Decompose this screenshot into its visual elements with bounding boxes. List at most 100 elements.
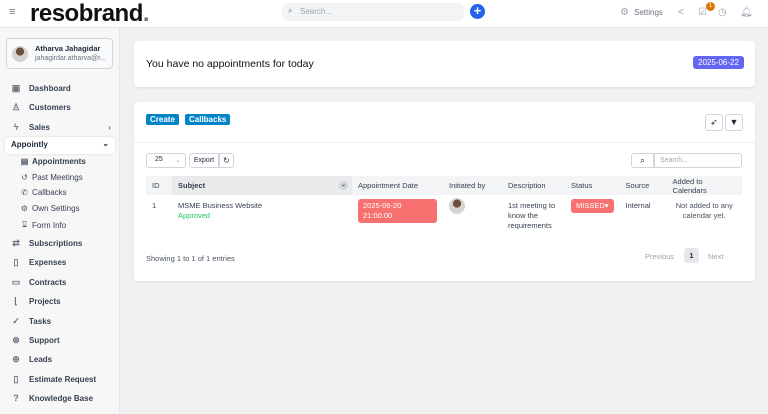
status-dropdown[interactable]: MISSED▾ xyxy=(571,199,614,213)
page-1-button[interactable]: 1 xyxy=(684,248,699,263)
document-icon: ▭ xyxy=(11,277,21,287)
label: Callbacks xyxy=(32,188,67,197)
label: Sales xyxy=(29,122,50,132)
sidebar-item-customers[interactable]: ♙ Customers xyxy=(11,102,71,113)
next-button[interactable]: Next xyxy=(708,252,723,261)
sidebar-item-support[interactable]: ⊗ Support xyxy=(11,335,60,346)
sidebar-subitem-callbacks[interactable]: ✆ Callbacks xyxy=(20,188,67,197)
label: Support xyxy=(29,336,60,345)
clock-icon[interactable]: ◷ xyxy=(718,7,727,18)
history-icon: ↺ xyxy=(21,173,28,182)
top-header: ≡ resobrand. ⌕ Search... + ⚙ Settings < ☑… xyxy=(0,0,768,28)
hourglass-icon: ⌛︎ xyxy=(21,220,28,229)
menu-icon[interactable]: ≡ xyxy=(9,6,15,18)
label: Appointments xyxy=(32,157,86,166)
phone-icon: ✆ xyxy=(21,188,28,197)
sidebar-item-subscriptions[interactable]: ⇄ Subscriptions xyxy=(11,238,82,249)
cell-source: Internal xyxy=(625,201,651,210)
export-button[interactable]: Export xyxy=(189,153,219,168)
sidebar-subitem-appointments[interactable]: ▤ Appointments xyxy=(20,157,86,166)
settings-link[interactable]: Settings xyxy=(634,8,663,17)
callbacks-button[interactable]: Callbacks xyxy=(185,114,231,125)
sidebar-item-dashboard[interactable]: ▣ Dashboard xyxy=(11,83,71,94)
search-icon[interactable]: ⌕ xyxy=(631,153,654,168)
target-icon: ⊕ xyxy=(12,354,20,364)
column-status[interactable]: Status xyxy=(565,176,620,195)
sidebar-item-expenses[interactable]: ▯ Expenses xyxy=(11,257,67,268)
subject-link[interactable]: MSME Business Website xyxy=(178,201,346,211)
avatar xyxy=(12,46,28,62)
chart-icon: ⌊ xyxy=(14,296,18,306)
sidebar-item-estimate-request[interactable]: ▯ Estimate Request xyxy=(11,374,97,385)
file-icon: ▯ xyxy=(13,374,19,384)
chevron-left-icon: ‹ xyxy=(108,122,111,132)
previous-button[interactable]: Previous xyxy=(645,252,674,261)
bell-icon[interactable]: 🔔︎ xyxy=(740,7,753,18)
user-name: Atharva Jahagidar xyxy=(35,44,101,53)
column-added-to-calendars[interactable]: Added to Calendars xyxy=(666,176,742,195)
cell-calendars: Not added to any calendar yet. xyxy=(675,201,733,220)
label: Form Info xyxy=(32,220,67,230)
repeat-icon: ⇄ xyxy=(12,238,20,248)
sidebar-item-leads[interactable]: ⊕ Leads xyxy=(11,354,52,365)
table-row: 1 MSME Business Website Approved 2025-06-… xyxy=(146,195,742,237)
filter-icon[interactable]: ▼ xyxy=(725,114,743,131)
label: Tasks xyxy=(29,317,52,326)
sidebar-item-sales[interactable]: ϟ Sales ‹ xyxy=(11,122,111,132)
sort-icon[interactable]: ⌄ xyxy=(339,181,348,190)
column-source[interactable]: Source xyxy=(619,176,667,195)
label: Leads xyxy=(29,355,53,364)
entries-info: Showing 1 to 1 of 1 entries xyxy=(146,254,235,263)
check-circle-icon: ✓ xyxy=(12,316,20,326)
rocket-icon[interactable]: ➶ xyxy=(705,114,723,131)
share-icon[interactable]: < xyxy=(678,7,684,18)
approval-status: Approved xyxy=(178,211,211,220)
refresh-icon[interactable]: ↻ xyxy=(219,153,234,168)
user-icon: ♙ xyxy=(11,102,21,112)
user-email: jahagirdar.atharva@r... xyxy=(35,55,106,62)
label: Subscriptions xyxy=(29,239,83,248)
label: Past Meetings xyxy=(32,173,83,182)
sidebar-item-knowledge-base[interactable]: ? Knowledge Base xyxy=(11,393,93,403)
sidebar-subitem-form-info[interactable]: ⌛︎ Form Info xyxy=(20,220,66,230)
cell-id: 1 xyxy=(152,201,157,210)
sidebar-item-projects[interactable]: ⌊ Projects xyxy=(11,296,61,307)
lifebuoy-icon: ⊗ xyxy=(12,335,20,345)
sidebar-subitem-past-meetings[interactable]: ↺ Past Meetings xyxy=(20,173,83,182)
today-appointments-card: You have no appointments for today 2025-… xyxy=(134,41,755,87)
label: Customers xyxy=(29,103,71,112)
file-icon: ▯ xyxy=(13,257,19,267)
column-id[interactable]: ID xyxy=(146,176,172,195)
sidebar-item-contracts[interactable]: ▭ Contracts xyxy=(11,277,67,288)
label: Projects xyxy=(29,297,61,306)
cell-subject: MSME Business Website Approved xyxy=(172,195,352,237)
label: Knowledge Base xyxy=(29,393,94,403)
global-search-input[interactable]: ⌕ Search... xyxy=(282,3,464,21)
label: Estimate Request xyxy=(29,375,97,384)
user-profile[interactable]: Atharva Jahagidar jahagirdar.atharva@r..… xyxy=(6,38,113,69)
table-header-row: ID Subject ⌄ Appointment Date Initiated b… xyxy=(146,176,742,195)
gear-icon[interactable]: ⚙ xyxy=(620,7,629,18)
column-appointment-date[interactable]: Appointment Date xyxy=(352,176,443,195)
sidebar-item-tasks[interactable]: ✓ Tasks xyxy=(11,316,51,327)
cog-icon: ⚙ xyxy=(20,204,29,213)
divider xyxy=(134,142,755,143)
page-size-select[interactable]: 25 ⌄ xyxy=(146,153,186,168)
sidebar: Atharva Jahagidar jahagirdar.atharva@r..… xyxy=(0,28,120,414)
create-button[interactable]: Create xyxy=(146,114,179,125)
logo[interactable]: resobrand. xyxy=(30,0,150,28)
initiator-avatar[interactable] xyxy=(449,198,465,214)
sidebar-item-appointly[interactable]: Appointly ⌄ xyxy=(5,137,115,154)
label: Expenses xyxy=(29,258,67,267)
column-initiated-by[interactable]: Initiated by xyxy=(443,176,502,195)
column-description[interactable]: Description xyxy=(502,176,565,195)
table-search-input[interactable]: Search... xyxy=(654,153,742,168)
quick-create-button[interactable]: + xyxy=(470,4,485,19)
column-subject[interactable]: Subject ⌄ xyxy=(172,176,352,195)
label: Contracts xyxy=(29,278,67,287)
chevron-down-icon: ⌄ xyxy=(102,139,109,148)
search-icon: ⌕ xyxy=(288,6,293,15)
sidebar-subitem-own-settings[interactable]: ⚙ Own Settings xyxy=(20,204,80,213)
bolt-icon: ϟ xyxy=(13,122,19,132)
appointments-table: ID Subject ⌄ Appointment Date Initiated b… xyxy=(146,176,742,237)
